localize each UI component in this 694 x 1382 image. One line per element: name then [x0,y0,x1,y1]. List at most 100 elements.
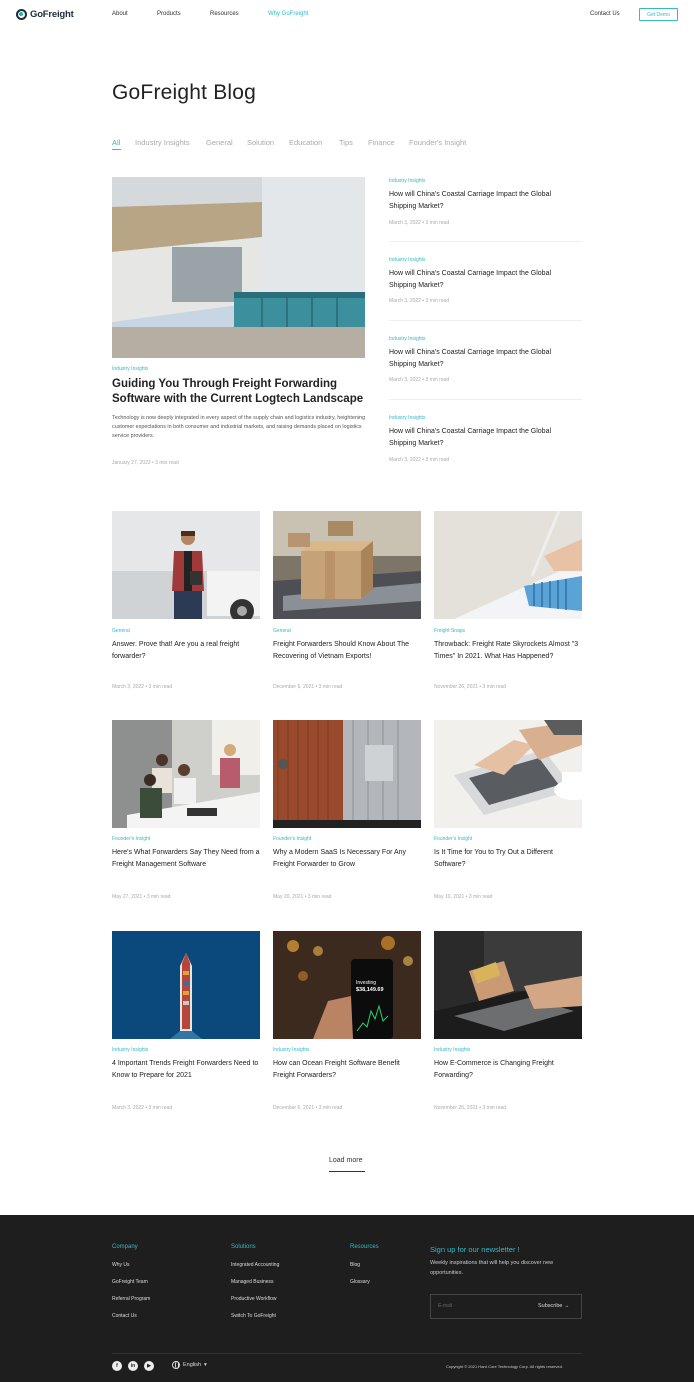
tab-all[interactable]: All [112,138,120,147]
nav-resources[interactable]: Resources [210,11,239,17]
language-label: English [183,1362,202,1368]
footer-link[interactable]: Managed Business [231,1279,274,1285]
post-category[interactable]: Freight Snaps [434,628,465,634]
post-image[interactable] [434,720,582,828]
post-category[interactable]: Industry Insights [273,1047,309,1053]
newsletter-form: Subscribe → [430,1294,582,1319]
footer-link[interactable]: Contact Us [112,1313,137,1319]
post-title[interactable]: Throwback: Freight Rate Skyrockets Almos… [434,639,582,662]
post-meta: December 6, 2021 • 3 min read [273,1105,343,1111]
newsletter-title: Sign up for our newsletter ! [430,1245,520,1254]
post-category[interactable]: Founder's Insight [273,836,311,842]
divider [389,241,582,242]
post-meta: May 10, 2021 • 3 min read [434,894,493,900]
footer-link[interactable]: Why Us [112,1262,130,1268]
featured-description: Technology is now deeply integrated in e… [112,415,366,439]
copyright: Copyright © 2021 Hard Core Technology Co… [446,1364,563,1369]
post-image[interactable] [112,931,260,1039]
post-meta: March 3, 2022 • 3 min read [112,684,173,690]
side-post-category[interactable]: Industry Insights [389,178,425,184]
post-image[interactable] [434,931,582,1039]
active-tab-indicator [112,149,121,150]
post-image[interactable] [273,511,421,619]
footer-heading-solutions: Solutions [231,1244,256,1250]
footer-heading-resources: Resources [350,1244,379,1250]
globe-icon [172,1361,180,1369]
side-post-title[interactable]: How will China's Coastal Carriage Impact… [389,189,579,212]
logo-icon [16,9,27,20]
tab-industry-insights[interactable]: Industry Insights [135,138,190,147]
divider [389,320,582,321]
post-image[interactable] [434,511,582,619]
post-title[interactable]: 4 Important Trends Freight Forwarders Ne… [112,1058,260,1081]
logo-text: GoFreight [30,9,74,20]
footer-link[interactable]: Switch To GoFreight [231,1313,276,1319]
post-category[interactable]: General [273,628,291,634]
tab-tips[interactable]: Tips [339,138,353,147]
post-image[interactable]: Investing $38,149.69 [273,931,421,1039]
nav-contact-us[interactable]: Contact Us [590,11,620,17]
post-category[interactable]: Industry Insights [434,1047,470,1053]
facebook-icon[interactable]: f [112,1361,122,1371]
tab-education[interactable]: Education [289,138,322,147]
post-title[interactable]: Here's What Forwarders Say They Need fro… [112,847,260,870]
side-post-title[interactable]: How will China's Coastal Carriage Impact… [389,268,579,291]
post-meta: November 26, 2021 • 3 min read [434,684,507,690]
nav-about[interactable]: About [112,11,128,17]
get-demo-button[interactable]: Get Demo [639,8,678,21]
post-title[interactable]: How can Ocean Freight Software Benefit F… [273,1058,421,1081]
footer-link[interactable]: Blog [350,1262,360,1268]
featured-category[interactable]: Industry Insights [112,366,148,372]
featured-image[interactable] [112,177,365,358]
post-image[interactable] [112,511,260,619]
post-category[interactable]: Industry Insights [112,1047,148,1053]
tab-founders-insight[interactable]: Founder's Insight [409,138,466,147]
load-more-button[interactable]: Load more [329,1157,362,1164]
post-category[interactable]: Founder's Insight [434,836,472,842]
post-title[interactable]: Answer. Prove that! Are you a real freig… [112,639,260,662]
newsletter-description: Weekly inspirations that will help you d… [430,1260,554,1276]
post-image[interactable] [112,720,260,828]
divider [389,399,582,400]
side-post-category[interactable]: Industry Insights [389,336,425,342]
nav-products[interactable]: Products [157,11,181,17]
tab-solution[interactable]: Solution [247,138,274,147]
footer-link[interactable]: Glossary [350,1279,370,1285]
side-post-title[interactable]: How will China's Coastal Carriage Impact… [389,347,579,370]
side-post-title[interactable]: How will China's Coastal Carriage Impact… [389,426,579,449]
language-selector[interactable]: English ▾ [172,1361,207,1369]
post-title[interactable]: Why a Modern SaaS Is Necessary For Any F… [273,847,421,870]
logo[interactable]: GoFreight [16,9,74,20]
nav-why-gofreight[interactable]: Why GoFreight [268,11,308,17]
tab-finance[interactable]: Finance [368,138,395,147]
youtube-icon[interactable]: ▶ [144,1361,154,1371]
post-title[interactable]: Freight Forwarders Should Know About The… [273,639,421,662]
post-meta: March 3, 2022 • 3 min read [112,1105,173,1111]
phone-investing-label: Investing [356,980,376,986]
post-category[interactable]: Founder's Insight [112,836,150,842]
subscribe-button[interactable]: Subscribe → [538,1303,570,1309]
side-post-category[interactable]: Industry Insights [389,257,425,263]
tab-general[interactable]: General [206,138,233,147]
post-meta: May 20, 2021 • 3 min read [273,894,332,900]
footer-link[interactable]: GoFreight Team [112,1279,148,1285]
post-image[interactable] [273,720,421,828]
footer-link[interactable]: Referral Program [112,1296,150,1302]
featured-title[interactable]: Guiding You Through Freight Forwarding S… [112,377,372,407]
side-post-meta: March 3, 2022 • 3 min read [389,220,450,226]
post-title[interactable]: Is It Time for You to Try Out a Differen… [434,847,582,870]
footer-heading-company: Company [112,1244,138,1250]
side-post-meta: March 3, 2022 • 3 min read [389,457,450,463]
footer-link[interactable]: Integrated Accounting [231,1262,279,1268]
side-post-category[interactable]: Industry Insights [389,415,425,421]
load-more-underline [329,1171,365,1172]
phone-investing-value: $38,149.69 [356,987,384,993]
footer-link[interactable]: Productive Workflow [231,1296,276,1302]
side-post-meta: March 3, 2022 • 3 min read [389,377,450,383]
page-title: GoFreight Blog [112,81,257,104]
post-title[interactable]: How E-Commerce is Changing Freight Forwa… [434,1058,582,1081]
email-input[interactable] [438,1303,518,1309]
post-category[interactable]: General [112,628,130,634]
site-header: GoFreight About Products Resources Why G… [0,0,694,30]
linkedin-icon[interactable]: in [128,1361,138,1371]
